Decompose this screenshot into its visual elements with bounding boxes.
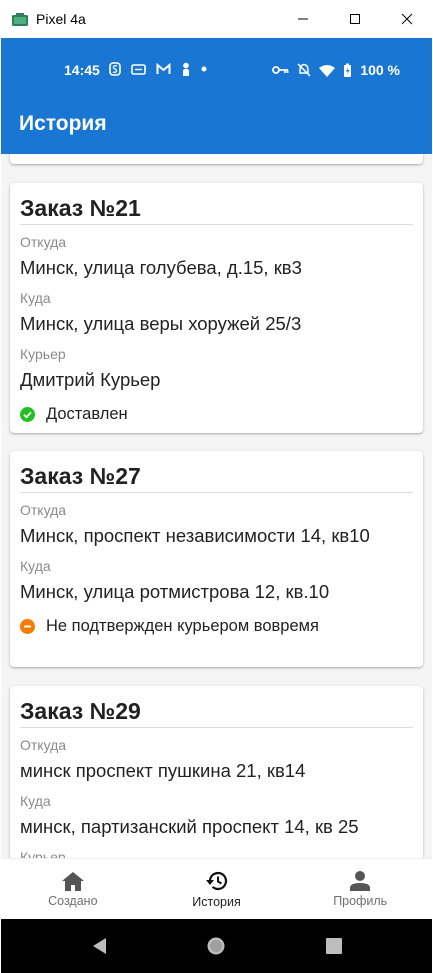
order-card[interactable]: Заказ №27 Откуда Минск, проспект независ… <box>10 451 423 667</box>
order-status: Доставлен <box>20 405 413 424</box>
to-label: Куда <box>20 290 51 306</box>
system-navigation-bar <box>1 919 432 973</box>
to-address: Минск, улица веры хоружей 25/3 <box>20 313 302 334</box>
nav-label: История <box>192 895 241 909</box>
status-bar: 14:45 100 % <box>1 38 432 104</box>
close-window-button[interactable] <box>381 0 433 38</box>
nav-label: Создано <box>48 894 98 908</box>
maximize-button[interactable] <box>329 0 381 38</box>
card-icon <box>131 64 146 75</box>
battery-icon <box>344 63 352 77</box>
order-card-partial[interactable] <box>10 154 423 164</box>
vpn-key-icon <box>272 66 289 74</box>
courier-name: Дмитрий Курьер <box>20 369 161 390</box>
check-circle-icon <box>20 407 35 422</box>
status-time: 14:45 <box>64 62 100 78</box>
order-status-text: Не подтвержден курьером вовремя <box>46 617 319 635</box>
nav-label: Профиль <box>333 894 388 908</box>
order-status: Не подтвержден курьером вовремя <box>20 617 413 636</box>
window-title: Pixel 4a <box>36 11 86 27</box>
home-icon <box>61 872 84 891</box>
order-title: Заказ №21 <box>20 183 413 225</box>
s-notification-icon <box>109 62 121 76</box>
dot-icon <box>201 66 207 72</box>
from-address: Минск, проспект независимости 14, кв10 <box>20 525 370 546</box>
history-icon <box>205 871 227 891</box>
back-button[interactable] <box>85 931 115 961</box>
bottom-navigation: Создано История Профиль <box>1 858 432 919</box>
back-triangle-icon <box>93 938 106 954</box>
order-title: Заказ №29 <box>20 686 413 728</box>
to-label: Куда <box>20 558 51 574</box>
from-label: Откуда <box>20 234 67 250</box>
home-circle-icon <box>207 937 225 955</box>
nav-item-profile[interactable]: Профиль <box>288 859 432 919</box>
minus-circle-icon <box>20 619 35 634</box>
android-emulator-icon <box>12 12 28 26</box>
nav-item-history[interactable]: История <box>145 859 289 919</box>
from-address: минск проспект пушкина 21, кв14 <box>20 760 306 781</box>
recents-square-icon <box>326 938 342 954</box>
nav-item-created[interactable]: Создано <box>1 859 145 919</box>
order-history-list[interactable]: Заказ №21 Откуда Минск, улица голубева, … <box>1 154 432 858</box>
maximize-icon <box>350 14 360 24</box>
battery-percent: 100 % <box>360 62 400 78</box>
from-label: Откуда <box>20 737 67 753</box>
order-title: Заказ №27 <box>20 451 413 493</box>
to-address: Минск, улица ротмистрова 12, кв.10 <box>20 581 330 602</box>
notifications-off-icon <box>297 63 311 77</box>
from-address: Минск, улица голубева, д.15, кв3 <box>20 257 302 278</box>
window-title-bar: Pixel 4a <box>0 0 433 38</box>
courier-label: Курьер <box>20 849 66 858</box>
app-header: 14:45 100 % История <box>1 38 432 154</box>
to-address: минск, партизанский проспект 14, кв 25 <box>20 816 359 837</box>
order-status-text: Доставлен <box>46 405 128 423</box>
home-button[interactable] <box>201 931 231 961</box>
person-icon <box>350 871 371 891</box>
order-card[interactable]: Заказ №29 Откуда минск проспект пушкина … <box>10 686 423 858</box>
page-title: История <box>19 112 107 135</box>
to-label: Куда <box>20 793 51 809</box>
person-status-icon <box>183 62 189 76</box>
order-card[interactable]: Заказ №21 Откуда Минск, улица голубева, … <box>10 183 423 433</box>
close-icon <box>401 13 413 25</box>
from-label: Откуда <box>20 502 67 518</box>
gmail-icon <box>156 63 171 74</box>
recents-button[interactable] <box>319 931 349 961</box>
minimize-button[interactable] <box>277 0 329 38</box>
courier-label: Курьер <box>20 346 66 362</box>
wifi-icon <box>319 64 336 77</box>
minimize-icon <box>298 18 308 20</box>
